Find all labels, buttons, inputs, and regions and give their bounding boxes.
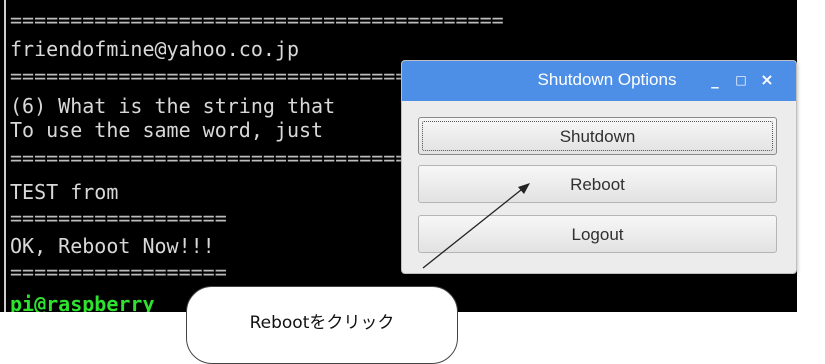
terminal-line: ================== — [10, 260, 227, 284]
terminal-left-border — [4, 0, 6, 312]
terminal-line: TEST from — [10, 180, 119, 204]
dialog-title: Shutdown Options — [537, 70, 677, 89]
annotation-text: Rebootをクリック — [249, 313, 395, 333]
terminal-line: friendofmine@yahoo.co.jp — [10, 37, 299, 61]
terminal-line: To use the same word, just — [10, 118, 324, 142]
reboot-button[interactable]: Reboot — [418, 165, 777, 203]
close-icon[interactable]: × — [758, 69, 776, 91]
dialog-titlebar[interactable]: Shutdown Options _ □ × — [402, 61, 796, 101]
terminal-prompt: pi@raspberry — [10, 292, 155, 312]
logout-button[interactable]: Logout — [418, 215, 777, 253]
maximize-icon[interactable]: □ — [732, 69, 750, 91]
minimize-icon[interactable]: _ — [706, 69, 724, 91]
terminal-line: ================== — [10, 206, 227, 230]
terminal-line: OK, Reboot Now!!! — [10, 234, 215, 258]
terminal-line: ========================================… — [10, 8, 504, 32]
shutdown-options-dialog: Shutdown Options _ □ × Shutdown Reboot L… — [401, 60, 797, 274]
annotation-callout: Rebootをクリック — [186, 286, 458, 364]
shutdown-button[interactable]: Shutdown — [418, 117, 777, 155]
terminal-line: (6) What is the string that — [10, 94, 336, 118]
